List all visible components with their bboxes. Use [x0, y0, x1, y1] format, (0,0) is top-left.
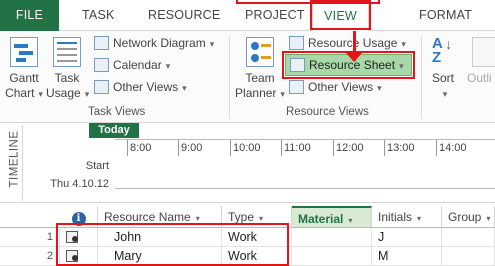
timeline-tick: 10:00	[230, 140, 261, 156]
timeline-pane[interactable]: TIMELINE Today 8:00 9:00 10:00 11:00 12:…	[0, 123, 495, 203]
initials-header[interactable]: Initials ▾	[372, 206, 442, 228]
ribbon-separator	[421, 35, 422, 119]
task-usage-label-1: Task	[54, 71, 80, 85]
resource-views-group-label: Resource Views	[286, 106, 369, 118]
sort-button[interactable]: A Z ↓ Sort ▾	[426, 35, 460, 102]
resource-sheet-grid: i Resource Name ▾ Type ▾ Material ▾ Initial…	[0, 203, 495, 266]
timeline-tick: 13:00	[384, 140, 415, 156]
material-cell[interactable]	[292, 247, 372, 266]
timeline-tick: 12:00	[333, 140, 364, 156]
ribbon: Gantt Chart ▾ Task Usage ▾ Network Diagram…	[0, 31, 495, 123]
sort-label: Sort	[431, 71, 454, 85]
material-header[interactable]: Material ▾	[292, 206, 372, 228]
type-cell[interactable]: Work	[222, 228, 292, 247]
resource-person-icon	[66, 250, 78, 262]
table-row[interactable]: 1 John Work J	[0, 228, 495, 247]
ribbon-separator	[229, 35, 230, 119]
row-number: 1	[0, 228, 60, 247]
team-planner-button[interactable]: Team Planner ▾	[234, 37, 286, 102]
gantt-chart-label-1: Gantt	[9, 71, 39, 85]
timeline-vertical-label: TIMELINE	[8, 130, 21, 188]
other-views-icon	[289, 80, 304, 94]
gantt-chart-button[interactable]: Gantt Chart ▾	[4, 37, 44, 102]
initials-cell[interactable]: J	[372, 228, 442, 247]
tab-view[interactable]: VIEW	[312, 0, 369, 32]
today-marker: Today	[89, 123, 139, 138]
outline-icon	[472, 37, 495, 67]
table-row[interactable]: 2 Mary Work M	[0, 247, 495, 266]
other-views-icon	[94, 80, 109, 94]
task-usage-icon	[53, 37, 81, 67]
timeline-scale[interactable]: 8:00 9:00 10:00 11:00 12:00 13:00 14:00	[115, 139, 495, 189]
type-header[interactable]: Type ▾	[222, 206, 292, 228]
calendar-icon	[94, 58, 109, 72]
task-views-group-label: Task Views	[88, 106, 146, 118]
timeline-start-label: Start	[85, 160, 109, 172]
resource-name-header[interactable]: Resource Name ▾	[98, 206, 222, 228]
tab-resource[interactable]: RESOURCE	[148, 0, 220, 31]
tab-format[interactable]: FORMAT	[419, 0, 472, 31]
timeline-tick: 14:00	[436, 140, 467, 156]
type-cell[interactable]: Work	[222, 247, 292, 266]
team-planner-label-1: Team	[245, 71, 275, 85]
material-cell[interactable]	[292, 228, 372, 247]
tab-task[interactable]: TASK	[82, 0, 115, 31]
outline-button[interactable]: Outli	[466, 37, 495, 86]
outline-label: Outli	[467, 71, 492, 85]
timeline-tick: 8:00	[127, 140, 151, 156]
network-diagram-button[interactable]: Network Diagram ▾	[94, 33, 214, 53]
ribbon-tab-bar: FILE TASK RESOURCE PROJECT VIEW FORMAT	[0, 0, 495, 32]
resource-usage-button[interactable]: Resource Usage ▾	[289, 33, 406, 53]
task-usage-button[interactable]: Task Usage ▾	[46, 37, 90, 102]
gantt-chart-label-2: Chart ▾	[5, 86, 43, 100]
timeline-tick: 11:00	[281, 140, 311, 156]
indicator-cell	[60, 228, 98, 247]
task-usage-label-2: Usage ▾	[46, 86, 90, 100]
network-diagram-icon	[94, 36, 109, 50]
calendar-button[interactable]: Calendar ▾	[94, 55, 170, 75]
gantt-chart-icon	[10, 37, 38, 67]
team-planner-icon	[246, 37, 274, 67]
resource-usage-icon	[289, 36, 304, 50]
sort-icon: A Z ↓	[432, 35, 453, 66]
indicators-header[interactable]: i	[60, 206, 98, 228]
other-views-resource-button[interactable]: Other Views ▾	[289, 77, 382, 97]
group-header[interactable]: Group ▾	[442, 206, 495, 228]
timeline-divider	[22, 125, 23, 201]
resource-name-cell[interactable]: Mary	[98, 247, 222, 266]
row-number-header	[0, 206, 60, 228]
timeline-start-date: Thu 4.10.12	[50, 178, 109, 190]
indicator-cell	[60, 247, 98, 266]
resource-sheet-icon	[290, 58, 305, 72]
row-number: 2	[0, 247, 60, 266]
info-icon: i	[71, 212, 86, 226]
team-planner-label-2: Planner ▾	[235, 86, 285, 100]
sort-caret: ▾	[442, 89, 448, 99]
annotation-arrow-head	[346, 53, 362, 62]
initials-cell[interactable]: M	[372, 247, 442, 266]
group-cell[interactable]	[442, 247, 495, 266]
tab-project[interactable]: PROJECT	[245, 0, 305, 31]
other-views-task-button[interactable]: Other Views ▾	[94, 77, 187, 97]
resource-person-icon	[66, 231, 78, 243]
resource-name-cell[interactable]: John	[98, 228, 222, 247]
group-cell[interactable]	[442, 228, 495, 247]
tab-file[interactable]: FILE	[0, 0, 59, 31]
timeline-tick: 9:00	[178, 140, 202, 156]
